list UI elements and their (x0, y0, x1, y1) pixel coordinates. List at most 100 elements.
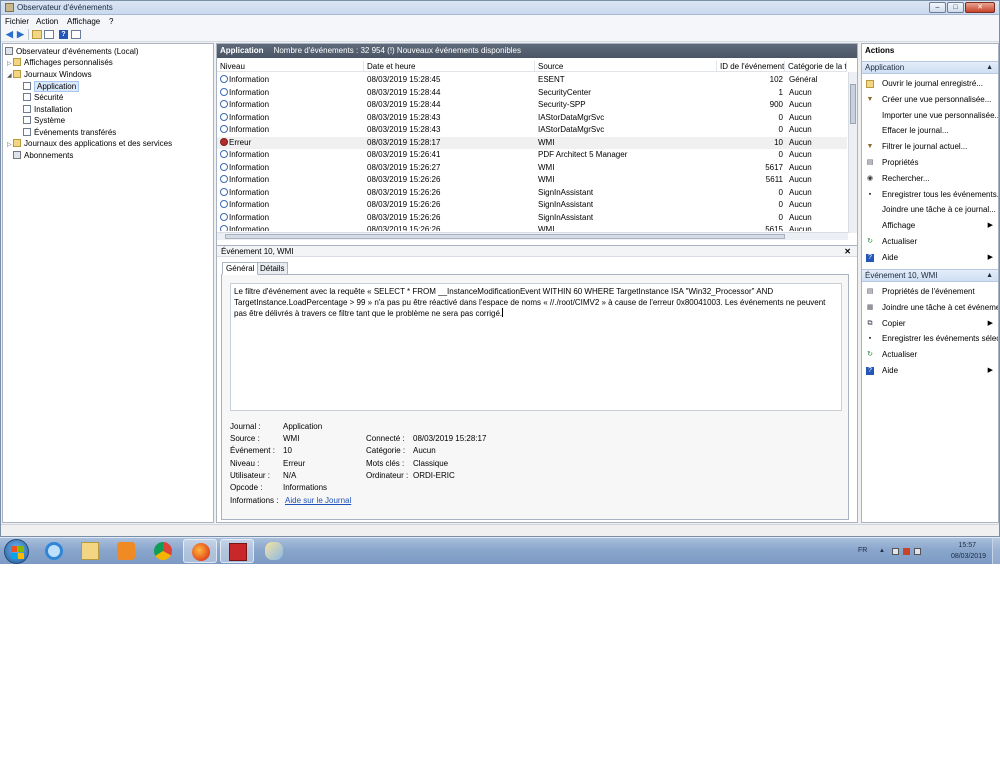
app-action-item[interactable]: ▤ Propriétés (862, 156, 998, 170)
event-list-vertical-scrollbar[interactable] (848, 72, 857, 233)
tab-general[interactable]: Général (222, 262, 259, 275)
app-action-item[interactable]: Importer une vue personnalisée... (862, 109, 998, 123)
taskbar: FR ▲ 15:57 08/03/2019 (0, 537, 1000, 564)
taskbar-media-player[interactable] (109, 539, 143, 563)
app-action-item[interactable]: Ouvrir le journal enregistré... (862, 77, 998, 91)
taskbar-chrome[interactable] (146, 539, 180, 563)
column-date[interactable]: Date et heure (364, 61, 535, 72)
language-indicator[interactable]: FR (858, 547, 867, 554)
forward-arrow-icon[interactable]: ▶ (15, 29, 26, 39)
taskbar-paint[interactable] (257, 539, 291, 563)
action-center-icon[interactable] (892, 548, 899, 555)
app-action-item[interactable]: ◉ Rechercher... (862, 172, 998, 186)
tree-node-windows-logs[interactable]: ◢ Journaux Windows (7, 69, 92, 80)
table-row[interactable]: Information 08/03/2019 15:26:26 SignInAssi… (217, 212, 847, 224)
event-action-item[interactable]: ▤ Propriétés de l'événement (862, 285, 998, 299)
prop-level-value: Erreur (283, 459, 306, 468)
menu-file[interactable]: Fichier (5, 17, 29, 26)
collapse-icon[interactable]: ▲ (986, 62, 993, 74)
tree-node-app-services-logs[interactable]: ▷ Journaux des applications et des servic… (7, 138, 172, 149)
event-action-item[interactable]: ? Aide ▶ (862, 364, 998, 378)
event-list-header: Application Nombre d'événements : 32 954 … (217, 44, 857, 58)
menu-action[interactable]: Action (36, 17, 58, 26)
column-source[interactable]: Source (535, 61, 717, 72)
app-action-item[interactable]: ? Aide ▶ (862, 251, 998, 265)
cell-category: Aucun (789, 87, 812, 97)
minimize-button[interactable]: – (929, 2, 946, 13)
show-hide-actions-icon[interactable] (71, 30, 81, 39)
information-icon (220, 162, 228, 171)
back-arrow-icon[interactable]: ◀ (4, 29, 15, 39)
table-row[interactable]: Erreur 08/03/2019 15:28:17 WMI 10 Aucun (217, 136, 847, 149)
taskbar-file-explorer[interactable] (73, 539, 107, 563)
tree-node-system[interactable]: Système (23, 115, 65, 126)
taskbar-internet-explorer[interactable] (37, 539, 71, 563)
center-pane: Application Nombre d'événements : 32 954 … (216, 43, 858, 523)
table-row[interactable]: Information 08/03/2019 15:28:44 Security-S… (217, 99, 847, 111)
taskbar-event-viewer[interactable] (220, 539, 254, 563)
menu-help[interactable]: ? (109, 17, 113, 26)
show-desktop-button[interactable] (992, 538, 1000, 564)
column-category[interactable]: Catégorie de la t (785, 61, 847, 72)
maximize-button[interactable]: □ (947, 2, 964, 13)
column-level[interactable]: Niveau (217, 61, 364, 72)
show-hide-tree-icon[interactable] (44, 30, 54, 39)
network-icon[interactable] (903, 548, 910, 555)
table-row[interactable]: Information 08/03/2019 15:28:45 ESENT 102 Gé… (217, 74, 847, 86)
tree-node-security[interactable]: Sécurité (23, 92, 63, 103)
tree-node-setup[interactable]: Installation (23, 104, 72, 115)
table-row[interactable]: Information 08/03/2019 15:28:43 IAStorData… (217, 124, 847, 136)
clock-date[interactable]: 08/03/2019 (951, 553, 986, 560)
tree-node-subscriptions[interactable]: Abonnements (13, 150, 73, 161)
help-link[interactable]: Aide sur le Journal (285, 495, 351, 507)
start-button[interactable] (4, 539, 29, 564)
event-action-item[interactable]: ⧉ Copier ▶ (862, 317, 998, 331)
app-action-item[interactable]: Affichage ▶ (862, 219, 998, 233)
table-row[interactable]: Information 08/03/2019 15:28:44 SecurityCe… (217, 87, 847, 99)
toolbar-separator (28, 29, 29, 40)
menu-bar: Fichier Action Affichage ? (1, 15, 999, 27)
table-row[interactable]: Information 08/03/2019 15:26:27 WMI 5617 Auc… (217, 162, 847, 174)
app-action-item[interactable]: ▼ Créer une vue personnalisée... (862, 93, 998, 107)
table-row[interactable]: Information 08/03/2019 15:26:41 PDF Archit… (217, 149, 847, 161)
event-action-item[interactable]: ▦ Joindre une tâche à cet événement... (862, 301, 998, 315)
submenu-arrow-icon: ▶ (987, 319, 993, 327)
close-detail-icon[interactable]: ✕ (844, 246, 851, 258)
show-hidden-icons-icon[interactable]: ▲ (879, 548, 886, 555)
actions-section-event[interactable]: Événement 10, WMI ▲ (862, 269, 998, 282)
cell-event-id: 10 (774, 137, 783, 147)
taskbar-firefox[interactable] (183, 539, 217, 563)
collapse-icon[interactable]: ▲ (986, 270, 993, 282)
event-list-horizontal-scrollbar[interactable] (217, 232, 848, 240)
table-row[interactable]: Information 08/03/2019 15:26:26 SignInAssi… (217, 199, 847, 211)
tree-node-root[interactable]: Observateur d'événements (Local) (5, 46, 138, 57)
help-icon[interactable]: ? (59, 30, 68, 39)
app-action-item[interactable]: Effacer le journal... (862, 124, 998, 138)
close-button[interactable]: ✕ (965, 2, 995, 13)
event-action-item[interactable]: ▪ Enregistrer les événements sélectionnés… (862, 332, 998, 346)
scroll-thumb[interactable] (850, 84, 856, 124)
menu-view[interactable]: Affichage (67, 17, 100, 26)
app-action-item[interactable]: ▼ Filtrer le journal actuel... (862, 140, 998, 154)
table-row[interactable]: Information 08/03/2019 15:28:43 IAStorData… (217, 112, 847, 124)
clock-time[interactable]: 15:57 (958, 542, 976, 549)
table-row[interactable]: Information 08/03/2019 15:26:26 SignInAssi… (217, 187, 847, 199)
tree-node-custom-views[interactable]: ▷ Affichages personnalisés (7, 57, 113, 68)
prop-info-label: Informations : (230, 496, 279, 505)
tree-node-application[interactable]: Application (23, 81, 80, 92)
actions-section-application[interactable]: Application ▲ (862, 61, 998, 74)
tree-node-forwarded-events[interactable]: Événements transférés (23, 127, 116, 138)
volume-icon[interactable] (914, 548, 921, 555)
event-message[interactable]: Le filtre d'événement avec la requête « … (230, 283, 842, 411)
action-label: Copier (882, 318, 906, 328)
up-folder-icon[interactable] (32, 30, 42, 39)
event-action-item[interactable]: ↻ Actualiser (862, 348, 998, 362)
table-row[interactable]: Information 08/03/2019 15:26:26 WMI 5611 Auc… (217, 174, 847, 186)
column-event-id[interactable]: ID de l'événement (717, 61, 785, 72)
app-action-item[interactable]: ▪ Enregistrer tous les événements... (862, 188, 998, 202)
scroll-thumb[interactable] (225, 234, 785, 239)
app-action-item[interactable]: Joindre une tâche à ce journal... (862, 203, 998, 217)
table-row[interactable]: Information 08/03/2019 15:26:26 WMI 5615 Auc… (217, 224, 847, 231)
action-label: Affichage (882, 221, 916, 231)
app-action-item[interactable]: ↻ Actualiser (862, 235, 998, 249)
